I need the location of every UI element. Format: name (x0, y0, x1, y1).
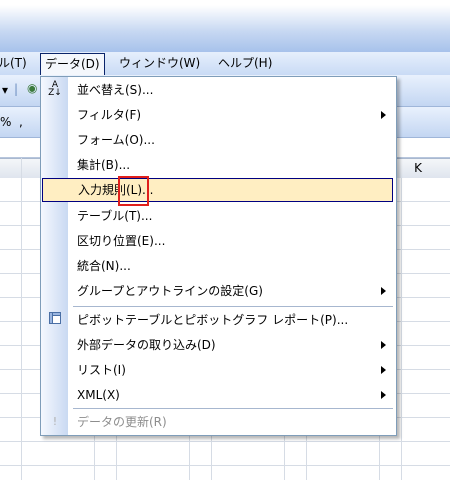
toolbar-divider: | (14, 82, 19, 96)
menu-window[interactable]: ウィンドウ(W) (115, 54, 204, 73)
menu-item-label: 集計(B)... (77, 158, 131, 172)
menu-help[interactable]: ヘルプ(H) (214, 54, 276, 73)
menu-item-label: データの更新(R) (77, 415, 167, 429)
menu-separator (73, 306, 393, 307)
hyperlink-icon[interactable]: ◉ (27, 81, 37, 95)
menu-item-label: テーブル(T)... (77, 209, 153, 223)
menu-tools[interactable]: ル(T) (0, 54, 31, 73)
menu-item-refresh-data[interactable]: ! データの更新(R) (41, 410, 394, 434)
menu-item-label: グループとアウトラインの設定(G) (77, 284, 263, 298)
submenu-arrow-icon (381, 391, 386, 399)
menu-item-text-to-columns[interactable]: 区切り位置(E)... (41, 229, 394, 253)
menu-item-group-outline[interactable]: グループとアウトラインの設定(G) (41, 279, 394, 303)
dropdown-arrow-icon[interactable]: ▾ (2, 83, 8, 97)
submenu-arrow-icon (381, 287, 386, 295)
menu-item-label: フィルタ(F) (77, 108, 142, 122)
submenu-arrow-icon (381, 366, 386, 374)
menu-separator (73, 408, 393, 409)
menu-item-form[interactable]: フォーム(O)... (41, 128, 394, 152)
percent-comma-buttons[interactable]: % , (0, 115, 23, 129)
menu-item-label: XML(X) (77, 388, 120, 402)
submenu-arrow-icon (381, 341, 386, 349)
menu-item-sort[interactable]: A Z↓ 並べ替え(S)... (41, 78, 394, 102)
window-titlebar (0, 0, 450, 52)
menu-item-filter[interactable]: フィルタ(F) (41, 103, 394, 127)
highlight-annotation-box (118, 176, 149, 206)
menu-item-list[interactable]: リスト(I) (41, 358, 394, 382)
menu-item-consolidate[interactable]: 統合(N)... (41, 254, 394, 278)
menu-item-label: 統合(N)... (77, 259, 131, 273)
menu-item-label: 区切り位置(E)... (77, 234, 166, 248)
menu-item-subtotals[interactable]: 集計(B)... (41, 153, 394, 177)
pivot-table-icon (47, 312, 63, 328)
menu-item-validation[interactable]: 入力規則(L)... (42, 178, 393, 202)
menu-item-table[interactable]: テーブル(T)... (41, 204, 394, 228)
menu-item-xml[interactable]: XML(X) (41, 383, 394, 407)
menu-bar: ル(T) データ(D) ウィンドウ(W) ヘルプ(H) (0, 52, 450, 76)
menu-item-pivot-table[interactable]: ピボットテーブルとピボットグラフ レポート(P)... (41, 308, 394, 332)
sort-az-icon: A Z↓ (48, 80, 62, 98)
refresh-icon: ! (52, 415, 58, 428)
menu-item-label: 外部データの取り込み(D) (77, 338, 216, 352)
data-menu-dropdown: A Z↓ 並べ替え(S)... フィルタ(F) フォーム(O)... 集計(B).… (40, 76, 397, 436)
submenu-arrow-icon (381, 111, 386, 119)
menu-item-import-external-data[interactable]: 外部データの取り込み(D) (41, 333, 394, 357)
menu-item-label: 並べ替え(S)... (77, 83, 154, 97)
menu-item-label: フォーム(O)... (77, 133, 155, 147)
menu-data[interactable]: データ(D) (40, 53, 105, 75)
menu-item-label: リスト(I) (77, 363, 126, 377)
menu-item-label: ピボットテーブルとピボットグラフ レポート(P)... (77, 313, 349, 327)
